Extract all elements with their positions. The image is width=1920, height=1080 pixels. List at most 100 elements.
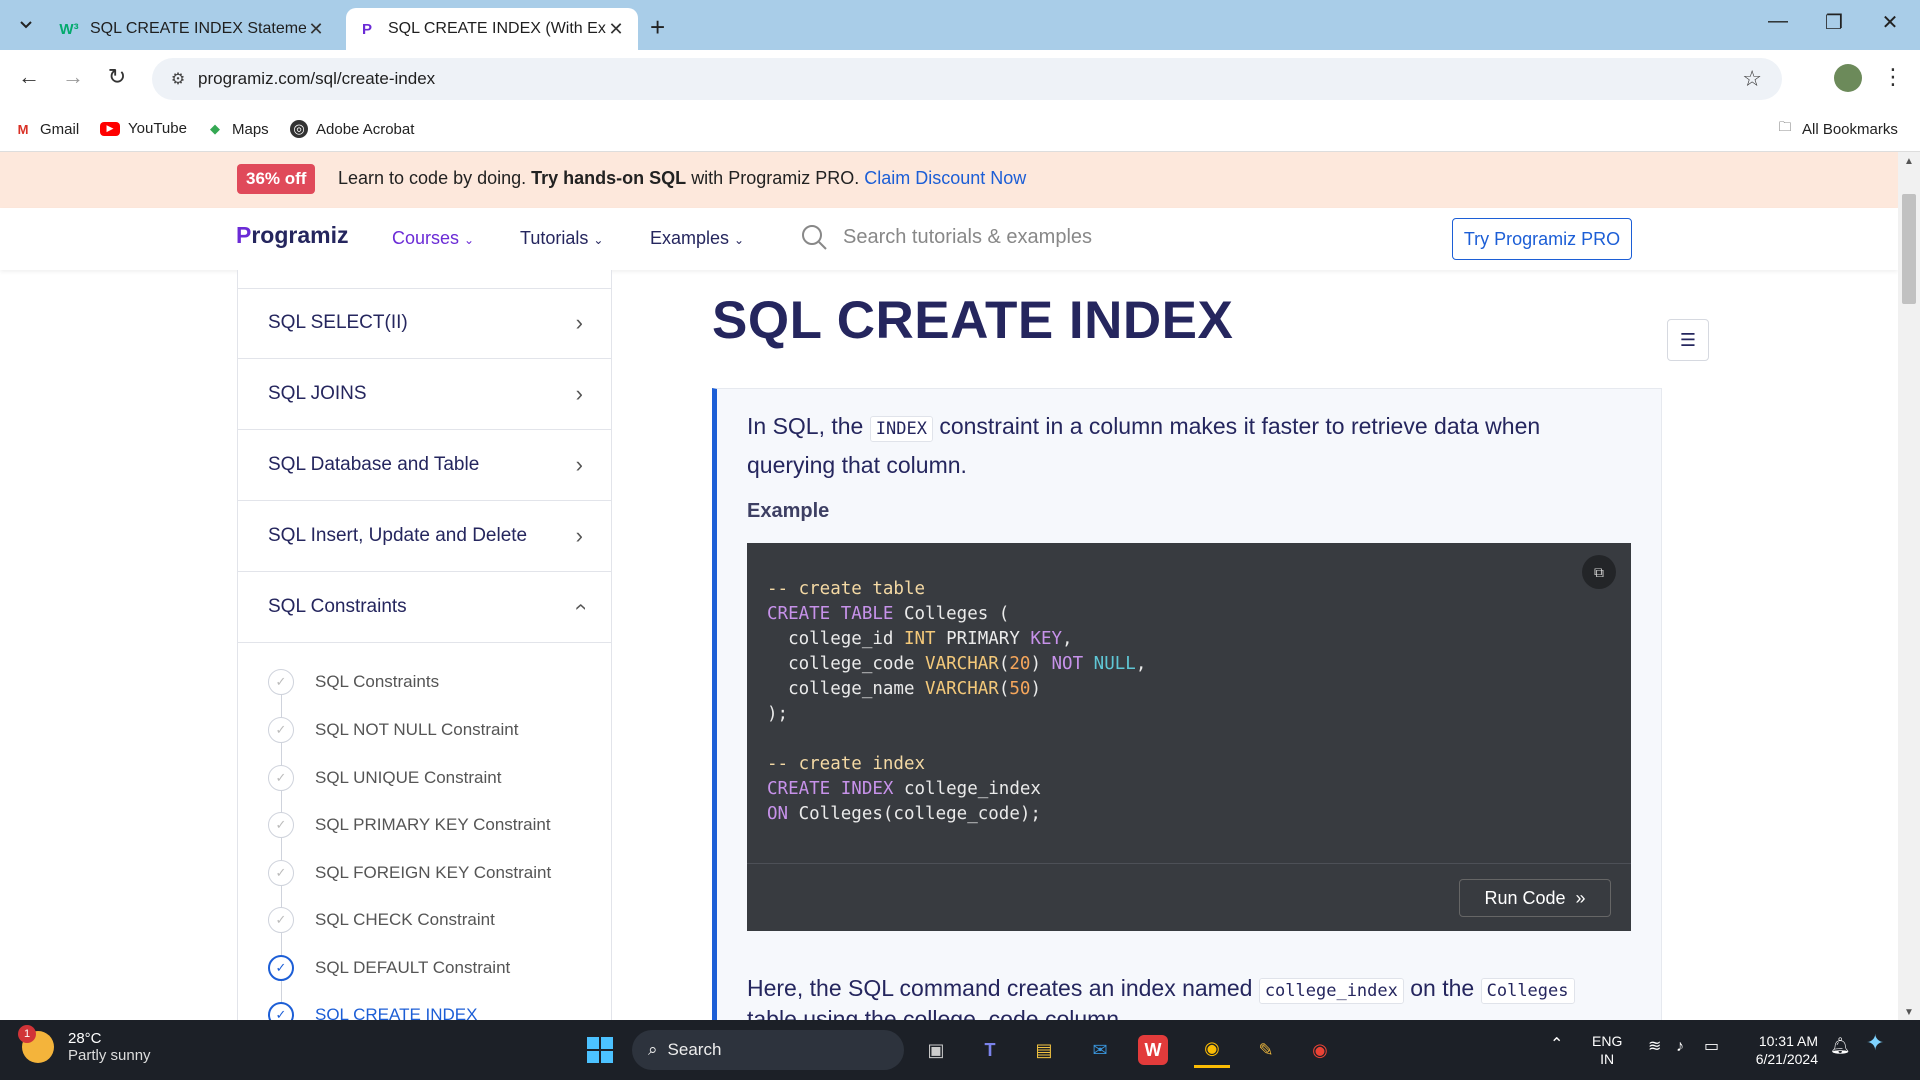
weather-widget[interactable]: 1 28°C Partly sunny (18, 1025, 151, 1064)
intro-text: In SQL, the (747, 413, 864, 439)
bookmark-gmail[interactable]: M Gmail (14, 120, 80, 138)
close-tab-icon[interactable]: ✕ (306, 19, 326, 40)
profile-avatar[interactable] (1834, 64, 1862, 92)
forward-icon[interactable]: → (58, 64, 88, 90)
search-icon: ⌕ (648, 1040, 658, 1059)
menu-label: Tutorials (520, 228, 589, 248)
promo-bold-text: Try hands-on SQL (531, 168, 687, 188)
copy-icon[interactable]: ⧉ (1582, 555, 1616, 589)
close-tab-icon[interactable]: ✕ (606, 19, 626, 40)
sidebar-section-joins[interactable]: SQL JOINS › (238, 359, 611, 430)
chevron-down-icon: ⌄ (464, 233, 475, 247)
windows-start-icon[interactable] (582, 1032, 618, 1068)
address-bar[interactable]: ⚙ programiz.com/sql/create-index ☆ (152, 58, 1782, 100)
w3schools-favicon-icon: W³ (59, 20, 79, 38)
menu-courses[interactable]: Courses ⌄ (392, 228, 474, 249)
sidebar-item-unique[interactable]: ✓ SQL UNIQUE Constraint (268, 758, 501, 798)
sidebar-section-insert-update-delete[interactable]: SQL Insert, Update and Delete › (238, 501, 611, 572)
scroll-up-icon[interactable]: ▲ (1898, 156, 1920, 167)
table-of-contents-icon[interactable]: ☰ (1667, 319, 1709, 361)
chevron-up-icon[interactable]: ⌃ (1550, 1036, 1563, 1054)
site-search-input[interactable]: Search tutorials & examples (843, 226, 1092, 249)
url-text[interactable]: programiz.com/sql/create-index (198, 69, 435, 89)
chevron-right-icon: › (575, 452, 583, 477)
claim-discount-link[interactable]: Claim Discount Now (864, 168, 1026, 188)
bookmark-adobe-acrobat[interactable]: ◎ Adobe Acrobat (290, 120, 414, 138)
bookmark-youtube[interactable]: ▶ YouTube (100, 120, 187, 137)
try-pro-button[interactable]: Try Programiz PRO (1452, 218, 1632, 260)
battery-icon[interactable]: ▭ (1704, 1038, 1719, 1056)
scroll-down-icon[interactable]: ▼ (1898, 1007, 1920, 1018)
chevron-right-icon: › (575, 310, 583, 335)
sidebar-item-not-null[interactable]: ✓ SQL NOT NULL Constraint (268, 710, 518, 750)
section-label: SQL JOINS (268, 383, 367, 404)
section-label: SQL Database and Table (268, 454, 480, 475)
page-title: SQL CREATE INDEX (712, 291, 1234, 350)
new-tab-icon[interactable]: + (650, 12, 665, 43)
sidebar-nav: SQL SELECT(II) › SQL JOINS › SQL Database … (237, 270, 612, 1022)
page-scrollbar[interactable]: ▲ ▼ (1898, 152, 1920, 1022)
mail-icon[interactable]: ✉ (1082, 1032, 1118, 1068)
wifi-icon[interactable]: ≋ (1648, 1038, 1661, 1056)
bookmark-maps[interactable]: ◆ Maps (206, 120, 269, 138)
code-footer: Run Code » (747, 863, 1631, 931)
para-text: on the (1410, 975, 1475, 1001)
chrome-icon[interactable]: ◉ (1302, 1032, 1338, 1068)
item-label: SQL NOT NULL Constraint (315, 720, 519, 739)
minimize-icon[interactable]: — (1758, 10, 1798, 33)
all-bookmarks[interactable]: 🗀 All Bookmarks (1776, 119, 1897, 138)
sidebar-item-default[interactable]: ✓ SQL DEFAULT Constraint (268, 948, 510, 988)
volume-icon[interactable]: ♪ (1676, 1038, 1684, 1056)
sidebar-section-database-table[interactable]: SQL Database and Table › (238, 430, 611, 501)
check-circle-icon: ✓ (268, 717, 294, 743)
task-view-icon[interactable]: ▣ (918, 1032, 954, 1068)
tab-search-button[interactable] (10, 8, 42, 40)
bookmark-star-icon[interactable]: ☆ (1742, 66, 1762, 92)
notifications-icon[interactable]: 🔔︎ (1830, 1038, 1850, 1056)
wps-office-icon[interactable]: W (1138, 1035, 1168, 1065)
chrome-active-icon[interactable]: ◉ (1194, 1032, 1230, 1068)
time: 10:31 AM (1758, 1033, 1818, 1049)
tab-title: SQL CREATE INDEX (With Exam (388, 20, 606, 37)
browser-tab-2-active[interactable]: P SQL CREATE INDEX (With Exam ✕ (346, 8, 638, 50)
inline-code: INDEX (869, 416, 933, 442)
close-window-icon[interactable]: ✕ (1870, 10, 1910, 35)
restore-icon[interactable]: ❐ (1814, 10, 1854, 35)
clock[interactable]: 10:31 AM 6/21/2024 (1742, 1032, 1818, 1068)
code-block: ⧉ -- create table CREATE TABLE Colleges … (747, 543, 1631, 931)
menu-examples[interactable]: Examples ⌄ (650, 228, 744, 249)
taskbar-search[interactable]: ⌕ Search (632, 1030, 904, 1070)
search-icon[interactable] (800, 223, 828, 251)
sidebar-item-create-index[interactable]: ✓ SQL CREATE INDEX (268, 995, 477, 1022)
sidebar-section-constraints[interactable]: SQL Constraints › (238, 572, 611, 643)
chevron-down-icon (20, 21, 32, 29)
reload-icon[interactable]: ↻ (102, 64, 132, 90)
sidebar-section-select-ii[interactable]: SQL SELECT(II) › (238, 288, 611, 359)
site-header: Programiz Courses ⌄ Tutorials ⌄ Examples… (0, 208, 1898, 270)
language-indicator[interactable]: ENG IN (1592, 1032, 1622, 1068)
browser-tab-1[interactable]: W³ SQL CREATE INDEX Statement ✕ (48, 8, 338, 50)
programiz-logo[interactable]: Programiz (236, 222, 348, 249)
file-explorer-icon[interactable]: ▤ (1026, 1032, 1062, 1068)
site-info-icon[interactable]: ⚙ (158, 69, 198, 89)
promo-banner: 36% off Learn to code by doing. Try hand… (0, 152, 1898, 208)
sidebar-item-primary-key[interactable]: ✓ SQL PRIMARY KEY Constraint (268, 805, 551, 845)
back-icon[interactable]: ← (14, 64, 44, 90)
teams-icon[interactable]: T (972, 1032, 1008, 1068)
promo-message: Learn to code by doing. Try hands-on SQL… (338, 168, 1026, 189)
menu-tutorials[interactable]: Tutorials ⌄ (520, 228, 603, 249)
sidebar-item-constraints[interactable]: ✓ SQL Constraints (268, 662, 439, 702)
more-menu-icon[interactable]: ⋮ (1878, 64, 1908, 90)
sidebar-item-check[interactable]: ✓ SQL CHECK Constraint (268, 900, 495, 940)
item-label: SQL PRIMARY KEY Constraint (315, 815, 551, 834)
scrollbar-thumb[interactable] (1902, 194, 1916, 304)
run-code-button[interactable]: Run Code » (1459, 879, 1611, 917)
run-code-label: Run Code (1484, 887, 1566, 908)
explanation-paragraph: Here, the SQL command creates an index n… (747, 970, 1647, 1009)
app-icon[interactable]: ✎ (1248, 1032, 1284, 1068)
chevron-down-icon: ⌄ (593, 233, 604, 247)
sidebar-item-foreign-key[interactable]: ✓ SQL FOREIGN KEY Constraint (268, 853, 551, 893)
copilot-icon[interactable]: ✦ (1866, 1032, 1884, 1054)
check-circle-icon: ✓ (268, 860, 294, 886)
check-circle-icon: ✓ (268, 812, 294, 838)
